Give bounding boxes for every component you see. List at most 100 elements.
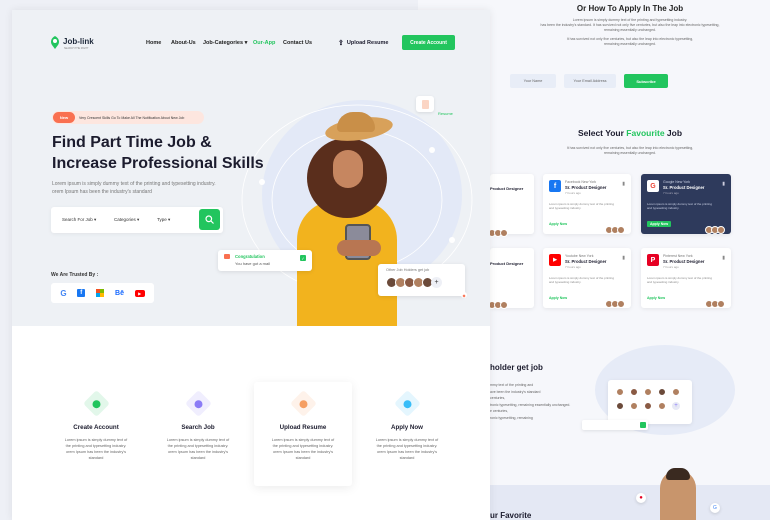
fav-title-highlight: Favourite xyxy=(626,128,665,138)
plus-icon[interactable]: + xyxy=(431,277,442,288)
how-title: Or How To Apply In The Job xyxy=(576,4,684,13)
nav-contact[interactable]: Contact Us xyxy=(283,40,312,46)
step-icon-dot xyxy=(92,399,100,408)
nav-home[interactable]: Home xyxy=(146,40,161,46)
checkmark-icon: ✓ xyxy=(300,255,306,261)
google-icon: G xyxy=(710,503,720,513)
avatar xyxy=(616,402,624,410)
upload-icon: ⇪ xyxy=(338,40,344,47)
job-card-facebook[interactable]: f Facebook New York Sr. Product Designer… xyxy=(543,174,631,234)
apply-link[interactable]: Apply Now xyxy=(549,296,567,300)
step-title: Apply Now xyxy=(391,424,423,431)
fav-title-part: Job xyxy=(664,128,683,138)
step-1: Create Account Lorem ipsum is simply dumm… xyxy=(58,390,134,461)
avatar xyxy=(630,402,638,410)
chevron-down-icon: ▾ xyxy=(244,40,248,46)
apply-link[interactable]: Apply Now xyxy=(647,296,665,300)
avatar-group xyxy=(488,224,508,242)
step-3: Upload Resume Lorem ipsum is simply dummy… xyxy=(265,390,341,461)
apply-link[interactable]: Apply Now xyxy=(549,222,567,226)
hero-desc-line: Lorem ipsum is simply dummy text of the … xyxy=(52,181,216,187)
search-job-label: Search For Job xyxy=(62,217,93,222)
bottom-favorite-title: ur Favorite xyxy=(490,511,532,520)
avatar xyxy=(717,300,725,308)
categories-label: Categories xyxy=(114,217,136,222)
notice-text: Very Crescent Skills Go To Make All The … xyxy=(79,115,185,120)
job-time: 7 hours ago xyxy=(663,265,679,269)
steps-section: Create Account Lorem ipsum is simply dumm… xyxy=(12,326,490,520)
avatar-grid: + xyxy=(616,388,686,410)
brand-name[interactable]: Job-link xyxy=(63,37,94,46)
nav-job-categories[interactable]: Job-Categories ▾ xyxy=(203,40,247,46)
upload-label: Upload Resume xyxy=(346,40,389,46)
step-desc: Lorem ipsum is simply dummy text of the … xyxy=(271,438,335,460)
name-input[interactable]: Your Name xyxy=(510,74,556,88)
search-icon xyxy=(205,215,214,224)
avatar-group xyxy=(705,295,725,313)
bookmark-icon[interactable]: ▮ xyxy=(722,181,725,187)
hero-desc: Lorem ipsum is simply dummy text of the … xyxy=(52,180,216,196)
facebook-logo-icon: f xyxy=(77,289,86,297)
job-search-bar: Search For Job ▾ Categories ▾ Type ▾ xyxy=(51,207,223,233)
holder-desc: mmy text of the printing and ave been th… xyxy=(490,382,600,421)
resume-card xyxy=(416,96,434,112)
search-button[interactable] xyxy=(199,209,220,230)
subscribe-button[interactable]: Subscribe xyxy=(624,74,668,88)
job-card-youtube[interactable]: ▶ Youtube New York Sr. Product Designer … xyxy=(543,248,631,308)
avatar-group xyxy=(705,221,725,239)
job-card-partial[interactable]: Product Designer xyxy=(488,174,534,237)
create-account-button[interactable]: Create Account xyxy=(402,35,455,50)
bookmark-icon[interactable]: ▮ xyxy=(722,255,725,261)
pinterest-icon: ● xyxy=(636,493,646,503)
nav-about[interactable]: About-Us xyxy=(171,40,196,46)
mini-search-bar[interactable] xyxy=(582,420,648,430)
upload-resume-link[interactable]: ⇪ Upload Resume xyxy=(338,39,388,47)
bookmark-icon[interactable]: ▮ xyxy=(622,181,625,187)
categories-select[interactable]: Categories ▾ xyxy=(114,217,139,223)
job-time: 7 hours ago xyxy=(565,265,581,269)
avatar xyxy=(616,388,624,396)
hero-title: Find Part Time Job & Increase Profession… xyxy=(52,132,264,174)
job-card-pinterest[interactable]: P Pinterest New York Sr. Product Designe… xyxy=(641,248,731,308)
plus-icon[interactable]: + xyxy=(672,402,680,410)
hat-crown xyxy=(337,112,375,132)
apply-button[interactable]: Apply Now xyxy=(647,221,672,227)
avatar xyxy=(644,388,652,396)
nav-job-categories-label: Job-Categories xyxy=(203,40,244,46)
avatar-group xyxy=(488,296,508,314)
step-icon-dot xyxy=(194,399,202,408)
step-title: Upload Resume xyxy=(279,424,327,431)
notice-bar: New Very Crescent Skills Go To Make All … xyxy=(52,111,204,124)
job-desc: Lorem ipsum is simply dummy text of the … xyxy=(647,202,713,210)
job-time: 7 hours ago xyxy=(663,191,679,195)
hero-title-line: Increase Professional Skills xyxy=(52,155,264,172)
job-desc: Lorem ipsum is simply dummy text of the … xyxy=(549,276,615,284)
search-job-field[interactable]: Search For Job ▾ xyxy=(62,217,96,223)
nav-our-app[interactable]: Our-App xyxy=(253,40,275,46)
avatar xyxy=(617,300,625,308)
congrats-title: Congratulation xyxy=(235,254,265,259)
avatar xyxy=(617,226,625,234)
step-desc: Lorem ipsum is simply dummy text of the … xyxy=(64,438,128,460)
how-desc-line: remaining essentially unchanged. xyxy=(604,28,656,32)
bookmark-icon[interactable]: ▮ xyxy=(622,255,625,261)
face xyxy=(333,150,363,188)
microsoft-logo-icon xyxy=(95,288,105,298)
job-card-partial[interactable]: Product Designer xyxy=(488,248,534,309)
avatar xyxy=(644,402,652,410)
job-company: Youtube New York xyxy=(565,254,594,258)
job-role: Sr. Product Designer xyxy=(565,259,607,264)
brand-logo-icon xyxy=(50,36,60,49)
hands xyxy=(337,240,381,256)
step-2: Search Job Lorem ipsum is simply dummy te… xyxy=(160,390,236,461)
google-logo-icon: G xyxy=(647,180,659,192)
holder-title: holder get job xyxy=(490,363,543,372)
job-card-google[interactable]: G Google New York Sr. Product Designer 7… xyxy=(641,174,731,234)
email-input[interactable]: Your Email Address xyxy=(564,74,616,88)
type-select[interactable]: Type ▾ xyxy=(157,217,170,223)
job-company: Google New York xyxy=(663,180,691,184)
mini-search-button[interactable] xyxy=(640,422,646,428)
trusted-logos: G f Bē ▶ xyxy=(51,283,154,303)
step-desc: Lorem ipsum is simply dummy text of the … xyxy=(375,438,439,460)
job-time: 7 hours ago xyxy=(565,191,581,195)
